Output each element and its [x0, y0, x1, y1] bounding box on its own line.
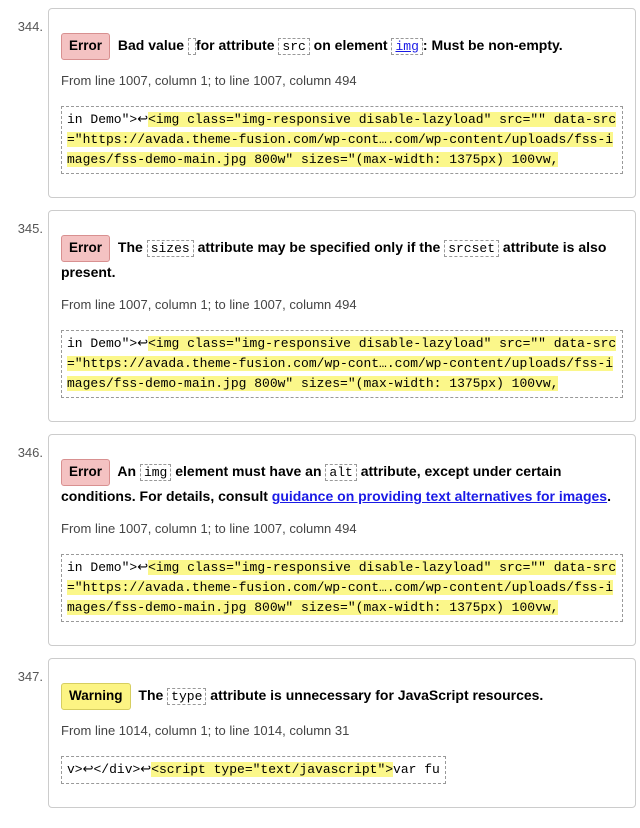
- message-number: 347.: [5, 669, 43, 684]
- code-token: [188, 38, 196, 55]
- validation-message: 347.Warning The type attribute is unnece…: [48, 658, 636, 808]
- code-token: img: [140, 464, 171, 481]
- message-number: 345.: [5, 221, 43, 236]
- warning-badge: Warning: [61, 683, 131, 710]
- source-location: From line 1007, column 1; to line 1007, …: [61, 297, 623, 312]
- code-token: src: [278, 38, 309, 55]
- highlighted-source: <img class="img-responsive disable-lazyl…: [67, 112, 616, 167]
- message-number: 344.: [5, 19, 43, 34]
- source-extract: in Demo">↩<img class="img-responsive dis…: [61, 330, 623, 398]
- message-headline: Error Bad value for attribute src on ele…: [61, 33, 623, 60]
- validation-message: 346.Error An img element must have an al…: [48, 434, 636, 646]
- message-number: 346.: [5, 445, 43, 460]
- highlighted-source: <img class="img-responsive disable-lazyl…: [67, 336, 616, 391]
- element-reference-link[interactable]: img: [391, 37, 422, 53]
- source-extract: in Demo">↩<img class="img-responsive dis…: [61, 554, 623, 622]
- error-badge: Error: [61, 33, 110, 60]
- code-token: type: [167, 688, 206, 705]
- source-extract: v>↩</div>↩<script type="text/javascript"…: [61, 756, 446, 784]
- source-location: From line 1007, column 1; to line 1007, …: [61, 73, 623, 88]
- validation-message: 344.Error Bad value for attribute src on…: [48, 8, 636, 198]
- highlighted-source: <img class="img-responsive disable-lazyl…: [67, 560, 616, 615]
- guidance-link[interactable]: guidance on providing text alternatives …: [272, 488, 607, 504]
- code-token: sizes: [147, 240, 194, 257]
- error-badge: Error: [61, 459, 110, 486]
- message-headline: Error An img element must have an alt at…: [61, 459, 623, 508]
- error-badge: Error: [61, 235, 110, 262]
- validation-message: 345.Error The sizes attribute may be spe…: [48, 210, 636, 422]
- source-location: From line 1014, column 1; to line 1014, …: [61, 723, 623, 738]
- source-extract: in Demo">↩<img class="img-responsive dis…: [61, 106, 623, 174]
- message-headline: Warning The type attribute is unnecessar…: [61, 683, 623, 710]
- code-token: img: [391, 38, 422, 55]
- validation-message-list: 344. Error Bad value for attribute src on…: [4, 8, 636, 808]
- highlighted-source: <script type="text/javascript">: [151, 762, 393, 777]
- message-headline: Error The sizes attribute may be specifi…: [61, 235, 623, 284]
- code-token: alt: [325, 464, 356, 481]
- code-token: srcset: [444, 240, 499, 257]
- source-location: From line 1007, column 1; to line 1007, …: [61, 521, 623, 536]
